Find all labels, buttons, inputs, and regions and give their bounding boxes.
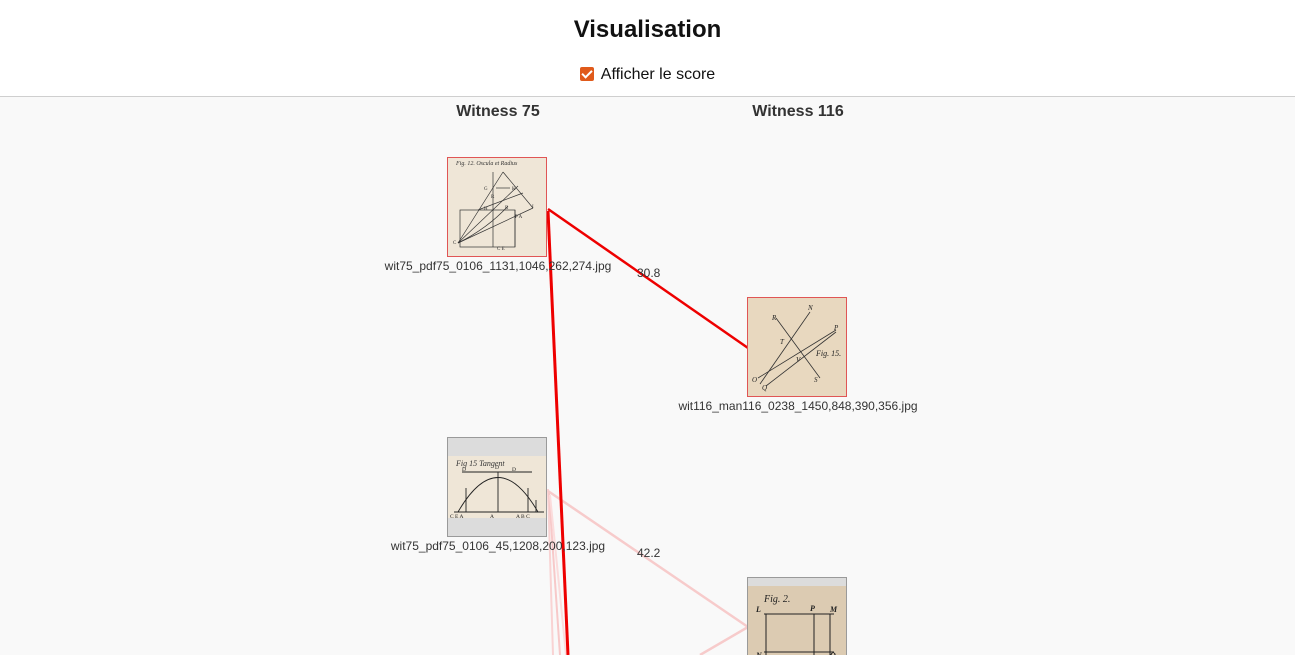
diagram-image: RNP TVO QS Fig. 15. — [748, 298, 846, 396]
edge-score-label: 42.2 — [637, 546, 661, 560]
fig-label: Fig. 12. Oscula et Radius — [455, 161, 518, 167]
svg-text:P A: P A — [515, 215, 523, 220]
svg-text:K: K — [512, 187, 516, 192]
fig-label: Fig. 2. — [763, 594, 790, 605]
svg-text:C E A: C E A — [450, 514, 463, 520]
show-score-checkbox[interactable] — [579, 67, 594, 81]
diagram-image: Fig 15 Tangent DDD C E AAA B C — [448, 438, 546, 536]
diagram-image: Fig. 2. LPM NO — [748, 578, 846, 655]
svg-text:S: S — [814, 376, 818, 384]
svg-text:C E: C E — [497, 247, 505, 252]
visualisation-canvas[interactable]: Witness 75 Witness 116 30.8 42.2 Fig. 12… — [0, 96, 1295, 655]
diagram-image: Fig. 12. Oscula et Radius GRK HBI P ACC … — [448, 158, 546, 256]
svg-text:O: O — [830, 651, 836, 655]
diagram-thumbnail-wit116-1[interactable]: RNP TVO QS Fig. 15. — [747, 297, 847, 397]
svg-text:R: R — [771, 314, 777, 322]
edge-layer — [546, 207, 749, 655]
svg-text:M: M — [829, 605, 838, 614]
svg-text:D: D — [462, 467, 466, 473]
image-filename-caption: wit116_man116_0238_1450,848,390,356.jpg — [678, 399, 918, 413]
svg-text:Q: Q — [762, 384, 767, 392]
page-title: Visualisation — [573, 16, 722, 43]
diagram-thumbnail-wit116-2[interactable]: Fig. 2. LPM NO — [747, 577, 847, 655]
image-filename-caption: wit75_pdf75_0106_45,1208,200,123.jpg — [390, 539, 606, 553]
show-score-label[interactable]: Afficher le score — [601, 66, 715, 83]
diagram-thumbnail-wit75-2[interactable]: Fig 15 Tangent DDD C E AAA B C — [447, 437, 547, 537]
svg-text:N: N — [807, 304, 813, 312]
svg-text:D: D — [495, 465, 499, 471]
svg-text:H: H — [484, 207, 488, 212]
svg-text:V: V — [796, 356, 801, 364]
svg-text:G: G — [484, 187, 488, 192]
fig-label: Fig. 15. — [815, 349, 841, 358]
svg-text:L: L — [755, 605, 761, 614]
svg-text:O: O — [752, 376, 757, 384]
svg-text:P: P — [833, 324, 839, 332]
svg-text:A: A — [490, 514, 494, 520]
svg-text:A B C: A B C — [516, 514, 530, 520]
edge-score-label: 30.8 — [637, 266, 661, 280]
show-score-toggle[interactable]: Afficher le score — [0, 66, 1295, 84]
diagram-thumbnail-wit75-1[interactable]: Fig. 12. Oscula et Radius GRK HBI P ACC … — [447, 157, 547, 257]
svg-text:P: P — [810, 604, 815, 613]
svg-text:D: D — [512, 467, 516, 473]
image-filename-caption: wit75_pdf75_0106_1131,1046,262,274.jpg — [384, 259, 612, 273]
edge-weak-line[interactable] — [699, 625, 749, 655]
page-header: Visualisation Afficher le score — [0, 0, 1295, 96]
